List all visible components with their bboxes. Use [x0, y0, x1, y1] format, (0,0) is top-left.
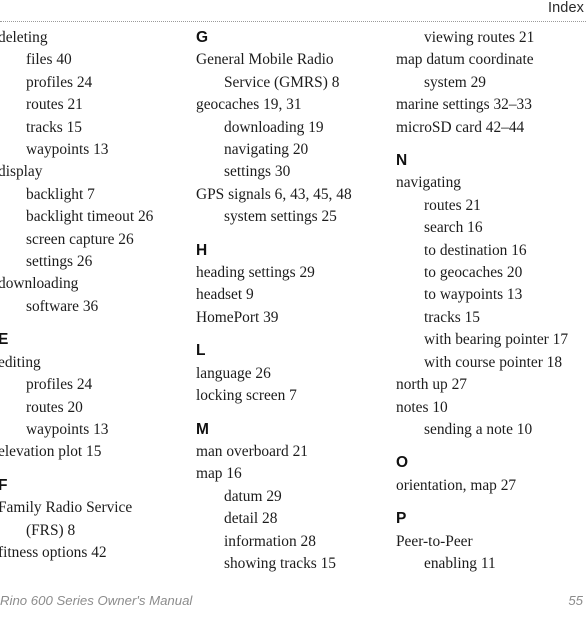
page-header-title: Index: [548, 0, 584, 16]
index-entry: microSD card 42–44: [396, 118, 525, 136]
index-entry: locking screen 7: [196, 387, 297, 405]
index-columns: deleting files 40 profiles 24 routes 21 trac…: [0, 27, 586, 592]
index-entry: Family Radio Service: [0, 499, 133, 517]
index-entry: editing: [0, 353, 41, 371]
index-subentry: information 28: [224, 532, 316, 550]
index-subentry: downloading 19: [224, 118, 324, 136]
index-subentry: profiles 24: [26, 73, 93, 91]
index-subentry: to waypoints 13: [424, 286, 523, 304]
index-subentry: software 36: [26, 297, 99, 315]
index-entry: General Mobile Radio: [196, 51, 334, 69]
index-subentry: viewing routes 21: [424, 29, 535, 46]
index-entry: marine settings 32–33: [396, 96, 532, 114]
index-subentry: sending a note 10: [424, 420, 533, 438]
index-subentry: Service (GMRS) 8: [224, 73, 340, 91]
index-entry: north up 27: [396, 376, 467, 394]
index-subentry: profiles 24: [26, 376, 93, 394]
index-entry: downloading: [0, 275, 79, 293]
index-entry: geocaches 19, 31: [196, 96, 302, 114]
index-entry: elevation plot 15: [0, 443, 102, 461]
index-letter-heading: L: [196, 342, 206, 360]
index-subentry: datum 29: [224, 487, 282, 505]
index-subentry: settings 26: [26, 253, 93, 271]
index-subentry: system 29: [424, 73, 486, 91]
index-entry: navigating: [396, 174, 461, 192]
index-subentry: enabling 11: [424, 554, 496, 572]
index-subentry: to destination 16: [424, 241, 527, 259]
index-subentry: waypoints 13: [26, 141, 109, 159]
index-entry: map datum coordinate: [396, 51, 534, 69]
index-letter-heading: F: [0, 476, 8, 494]
index-letter-heading: E: [0, 331, 9, 349]
index-entry: language 26: [196, 364, 271, 382]
index-subentry: screen capture 26: [26, 230, 134, 248]
index-entry: HomePort 39: [196, 308, 279, 326]
page-footer: Rino 600 Series Owner's Manual 55: [0, 593, 586, 613]
index-subentry: with bearing pointer 17: [424, 331, 569, 349]
index-entry: fitness options 42: [0, 543, 107, 561]
index-subentry: waypoints 13: [26, 420, 109, 438]
index-subentry: with course pointer 18: [424, 353, 563, 371]
footer-page-number: 55: [568, 593, 583, 608]
index-entry: GPS signals 6, 43, 45, 48: [196, 185, 352, 203]
index-subentry: navigating 20: [224, 141, 309, 159]
index-entry: headset 9: [196, 286, 254, 304]
index-entry: heading settings 29: [196, 264, 315, 282]
index-subentry: routes 21: [424, 196, 481, 214]
index-letter-heading: H: [196, 241, 208, 259]
index-subentry: backlight 7: [26, 185, 95, 203]
footer-manual-title: Rino 600 Series Owner's Manual: [0, 593, 193, 608]
index-letter-heading: N: [396, 152, 408, 170]
index-entry: orientation, map 27: [396, 476, 517, 494]
index-subentry: settings 30: [224, 163, 291, 181]
index-subentry: system settings 25: [224, 208, 337, 226]
index-subentry: (FRS) 8: [26, 521, 76, 539]
index-subentry: search 16: [424, 219, 483, 237]
index-subentry: routes 21: [26, 96, 83, 114]
index-subentry: routes 20: [26, 398, 83, 416]
index-entry: map 16: [196, 465, 242, 483]
index-column-1: deleting files 40 profiles 24 routes 21 trac…: [0, 27, 194, 564]
index-letter-heading: G: [196, 29, 209, 46]
index-subentry: backlight timeout 26: [26, 208, 154, 226]
index-entry: display: [0, 163, 43, 181]
index-entry: man overboard 21: [196, 442, 308, 460]
index-column-3: viewing routes 21 map datum coordinate sys…: [396, 27, 586, 575]
index-letter-heading: P: [396, 510, 407, 528]
index-subentry: detail 28: [224, 510, 278, 528]
index-entry: deleting: [0, 29, 48, 46]
index-subentry: showing tracks 15: [224, 554, 336, 572]
index-column-2: G General Mobile Radio Service (GMRS) 8 geo…: [196, 27, 396, 575]
index-subentry: tracks 15: [424, 308, 480, 326]
header-divider-rule: [0, 21, 586, 23]
index-letter-heading: M: [196, 420, 209, 438]
index-subentry: to geocaches 20: [424, 264, 523, 282]
index-subentry: files 40: [26, 51, 72, 69]
index-letter-heading: O: [396, 454, 409, 472]
index-subentry: tracks 15: [26, 118, 82, 136]
page-header: Index: [0, 0, 586, 22]
index-entry: Peer-to-Peer: [396, 532, 473, 550]
index-entry: notes 10: [396, 398, 448, 416]
